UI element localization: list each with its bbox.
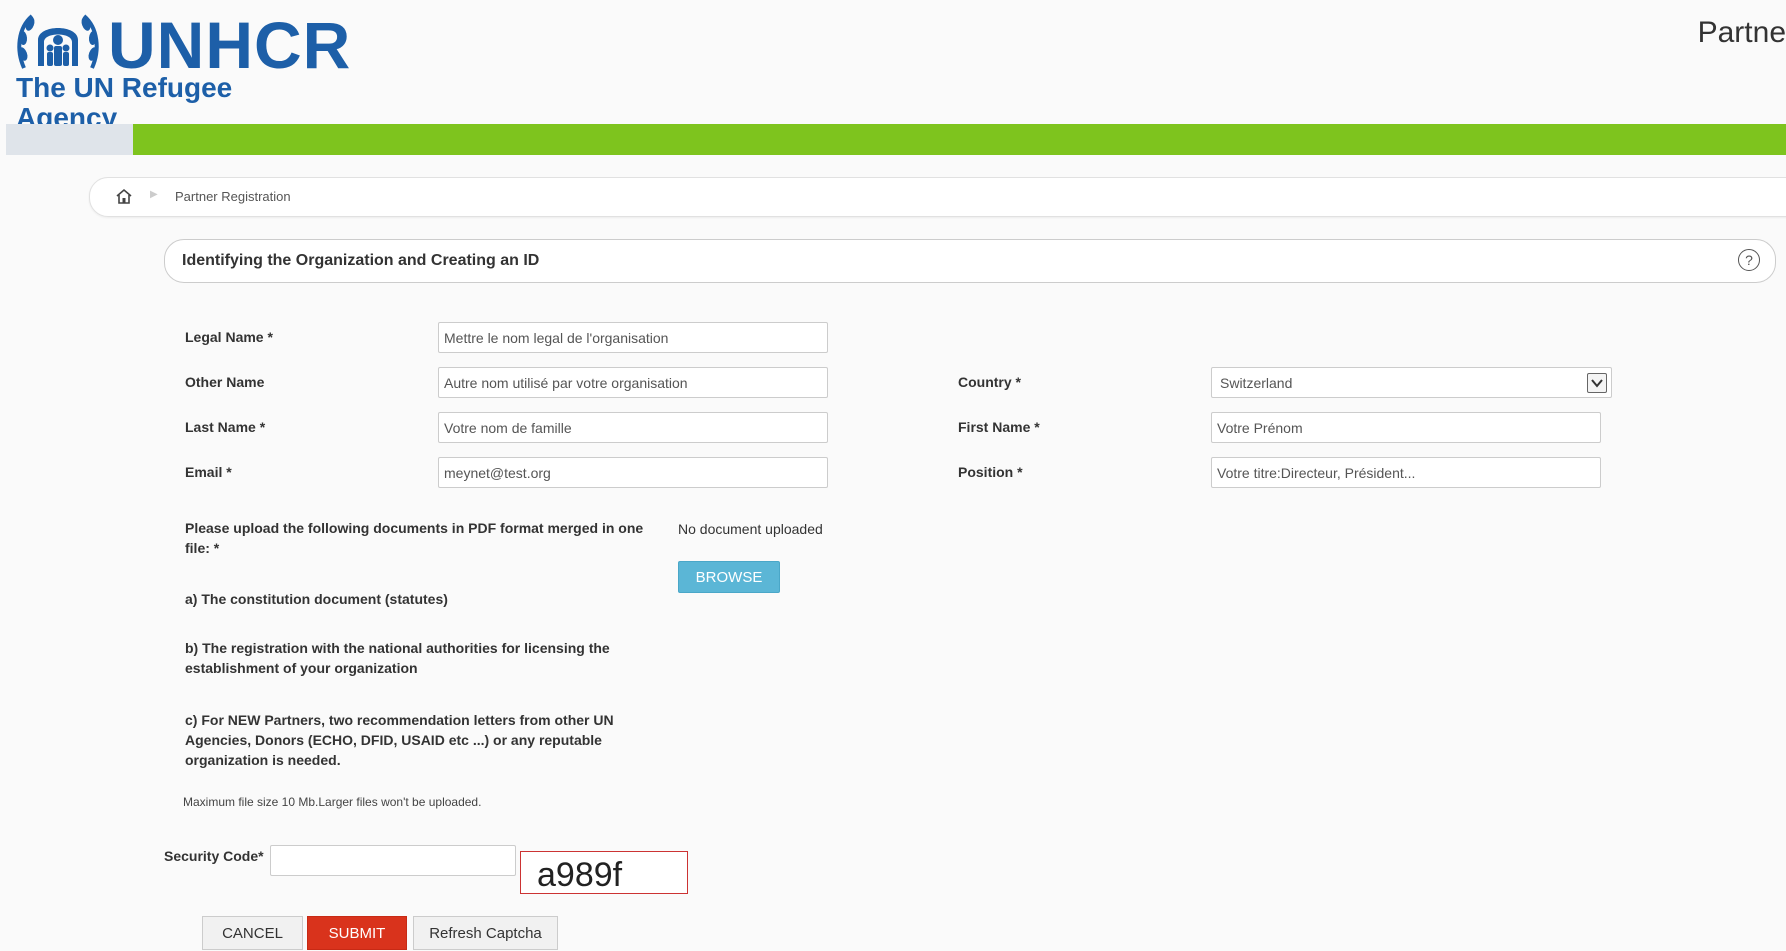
last-name-input[interactable]	[438, 412, 828, 443]
upload-instruction: Please upload the following documents in…	[185, 520, 644, 556]
browse-button[interactable]: BROWSE	[678, 561, 780, 593]
breadcrumb-current: Partner Registration	[175, 189, 291, 204]
logo-wordmark: UNHCR	[108, 8, 352, 82]
section-title: Identifying the Organization and Creatin…	[182, 252, 540, 269]
upload-item-c: c) For NEW Partners, two recommendation …	[185, 712, 614, 768]
country-select[interactable]: Switzerland	[1211, 367, 1612, 398]
cancel-button[interactable]: CANCEL	[202, 916, 303, 950]
country-label: Country *	[958, 374, 1021, 390]
security-code-input[interactable]	[270, 845, 516, 876]
position-input[interactable]	[1211, 457, 1601, 488]
help-icon[interactable]: ?	[1738, 249, 1760, 271]
upload-item-a: a) The constitution document (statutes)	[185, 591, 448, 607]
header-grey-bar	[6, 124, 134, 155]
email-label: Email *	[185, 464, 232, 480]
portal-title: Partne	[1697, 16, 1786, 49]
chevron-down-icon[interactable]	[1587, 373, 1607, 393]
security-code-label: Security Code*	[164, 848, 264, 864]
breadcrumb-separator-icon: ▶	[150, 189, 158, 200]
other-name-input[interactable]	[438, 367, 828, 398]
home-icon[interactable]	[115, 188, 133, 204]
section-header: Identifying the Organization and Creatin…	[164, 239, 1776, 283]
header-green-bar	[133, 124, 1786, 155]
breadcrumb: ▶ Partner Registration	[89, 177, 1786, 217]
upload-item-b: b) The registration with the national au…	[185, 640, 610, 676]
unhcr-logo: UNHCR The UN Refugee Agency	[14, 10, 350, 133]
last-name-label: Last Name *	[185, 419, 266, 435]
email-input[interactable]	[438, 457, 828, 488]
first-name-label: First Name *	[958, 419, 1040, 435]
captcha-text: a989f	[537, 856, 623, 894]
unhcr-emblem-icon	[17, 14, 99, 69]
upload-status: No document uploaded	[678, 521, 823, 537]
first-name-input[interactable]	[1211, 412, 1601, 443]
submit-button[interactable]: SUBMIT	[307, 916, 407, 950]
captcha-image: a989f	[520, 851, 688, 894]
max-file-size-note: Maximum file size 10 Mb.Larger files won…	[183, 795, 482, 809]
refresh-captcha-button[interactable]: Refresh Captcha	[413, 916, 558, 950]
legal-name-label: Legal Name *	[185, 329, 273, 345]
legal-name-input[interactable]	[438, 322, 828, 353]
position-label: Position *	[958, 464, 1023, 480]
country-selected-value: Switzerland	[1220, 375, 1293, 391]
other-name-label: Other Name	[185, 374, 265, 390]
